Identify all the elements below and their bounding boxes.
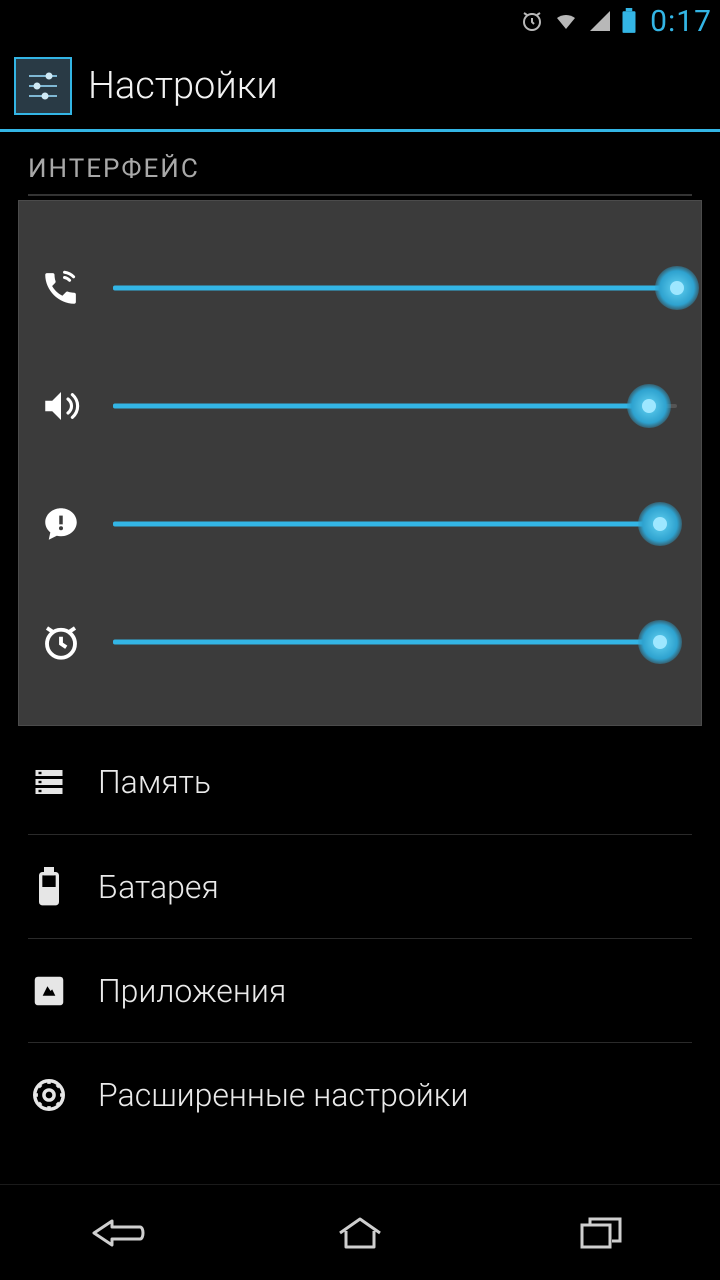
- section-header: ИНТЕРФЕЙС: [0, 132, 720, 194]
- signal-icon: [588, 9, 612, 33]
- settings-item-label: Расширенные настройки: [98, 1076, 468, 1114]
- settings-item-apps[interactable]: Приложения: [28, 938, 692, 1042]
- phone-icon: [31, 267, 91, 309]
- settings-item-label: Батарея: [98, 868, 219, 906]
- settings-app-icon: [14, 57, 72, 115]
- alarm-icon: [31, 621, 91, 663]
- status-bar: 0:17: [0, 0, 720, 42]
- volume-row-media: [31, 347, 677, 465]
- apps-icon: [28, 972, 70, 1010]
- gear-icon: [28, 1076, 70, 1114]
- section-divider: [28, 194, 692, 196]
- volume-row-notification: [31, 465, 677, 583]
- wifi-icon: [552, 9, 580, 33]
- back-button[interactable]: [45, 1203, 195, 1263]
- alarm-status-icon: [520, 9, 544, 33]
- notification-icon: [31, 503, 91, 545]
- settings-item-advanced[interactable]: Расширенные настройки: [28, 1042, 692, 1146]
- volume-slider-media[interactable]: [113, 388, 677, 424]
- recent-apps-button[interactable]: [525, 1203, 675, 1263]
- battery-icon: [28, 867, 70, 907]
- settings-item-label: Приложения: [98, 972, 286, 1010]
- speaker-icon: [31, 385, 91, 427]
- page-title: Настройки: [88, 64, 278, 108]
- settings-item-storage[interactable]: Память: [28, 730, 692, 834]
- volume-row-ringer: [31, 229, 677, 347]
- volume-row-alarm: [31, 583, 677, 701]
- storage-icon: [28, 764, 70, 800]
- settings-item-battery[interactable]: Батарея: [28, 834, 692, 938]
- settings-item-label: Память: [98, 763, 211, 801]
- action-bar: Настройки: [0, 42, 720, 132]
- volume-slider-notification[interactable]: [113, 506, 677, 542]
- volume-slider-alarm[interactable]: [113, 624, 677, 660]
- navigation-bar: [0, 1184, 720, 1280]
- volume-dialog: [18, 200, 702, 726]
- clock-time: 0:17: [650, 4, 712, 39]
- home-button[interactable]: [285, 1203, 435, 1263]
- battery-status-icon: [620, 8, 638, 34]
- volume-slider-ringer[interactable]: [113, 270, 677, 306]
- settings-list: Память Батарея Приложения Расширенные на…: [0, 730, 720, 1146]
